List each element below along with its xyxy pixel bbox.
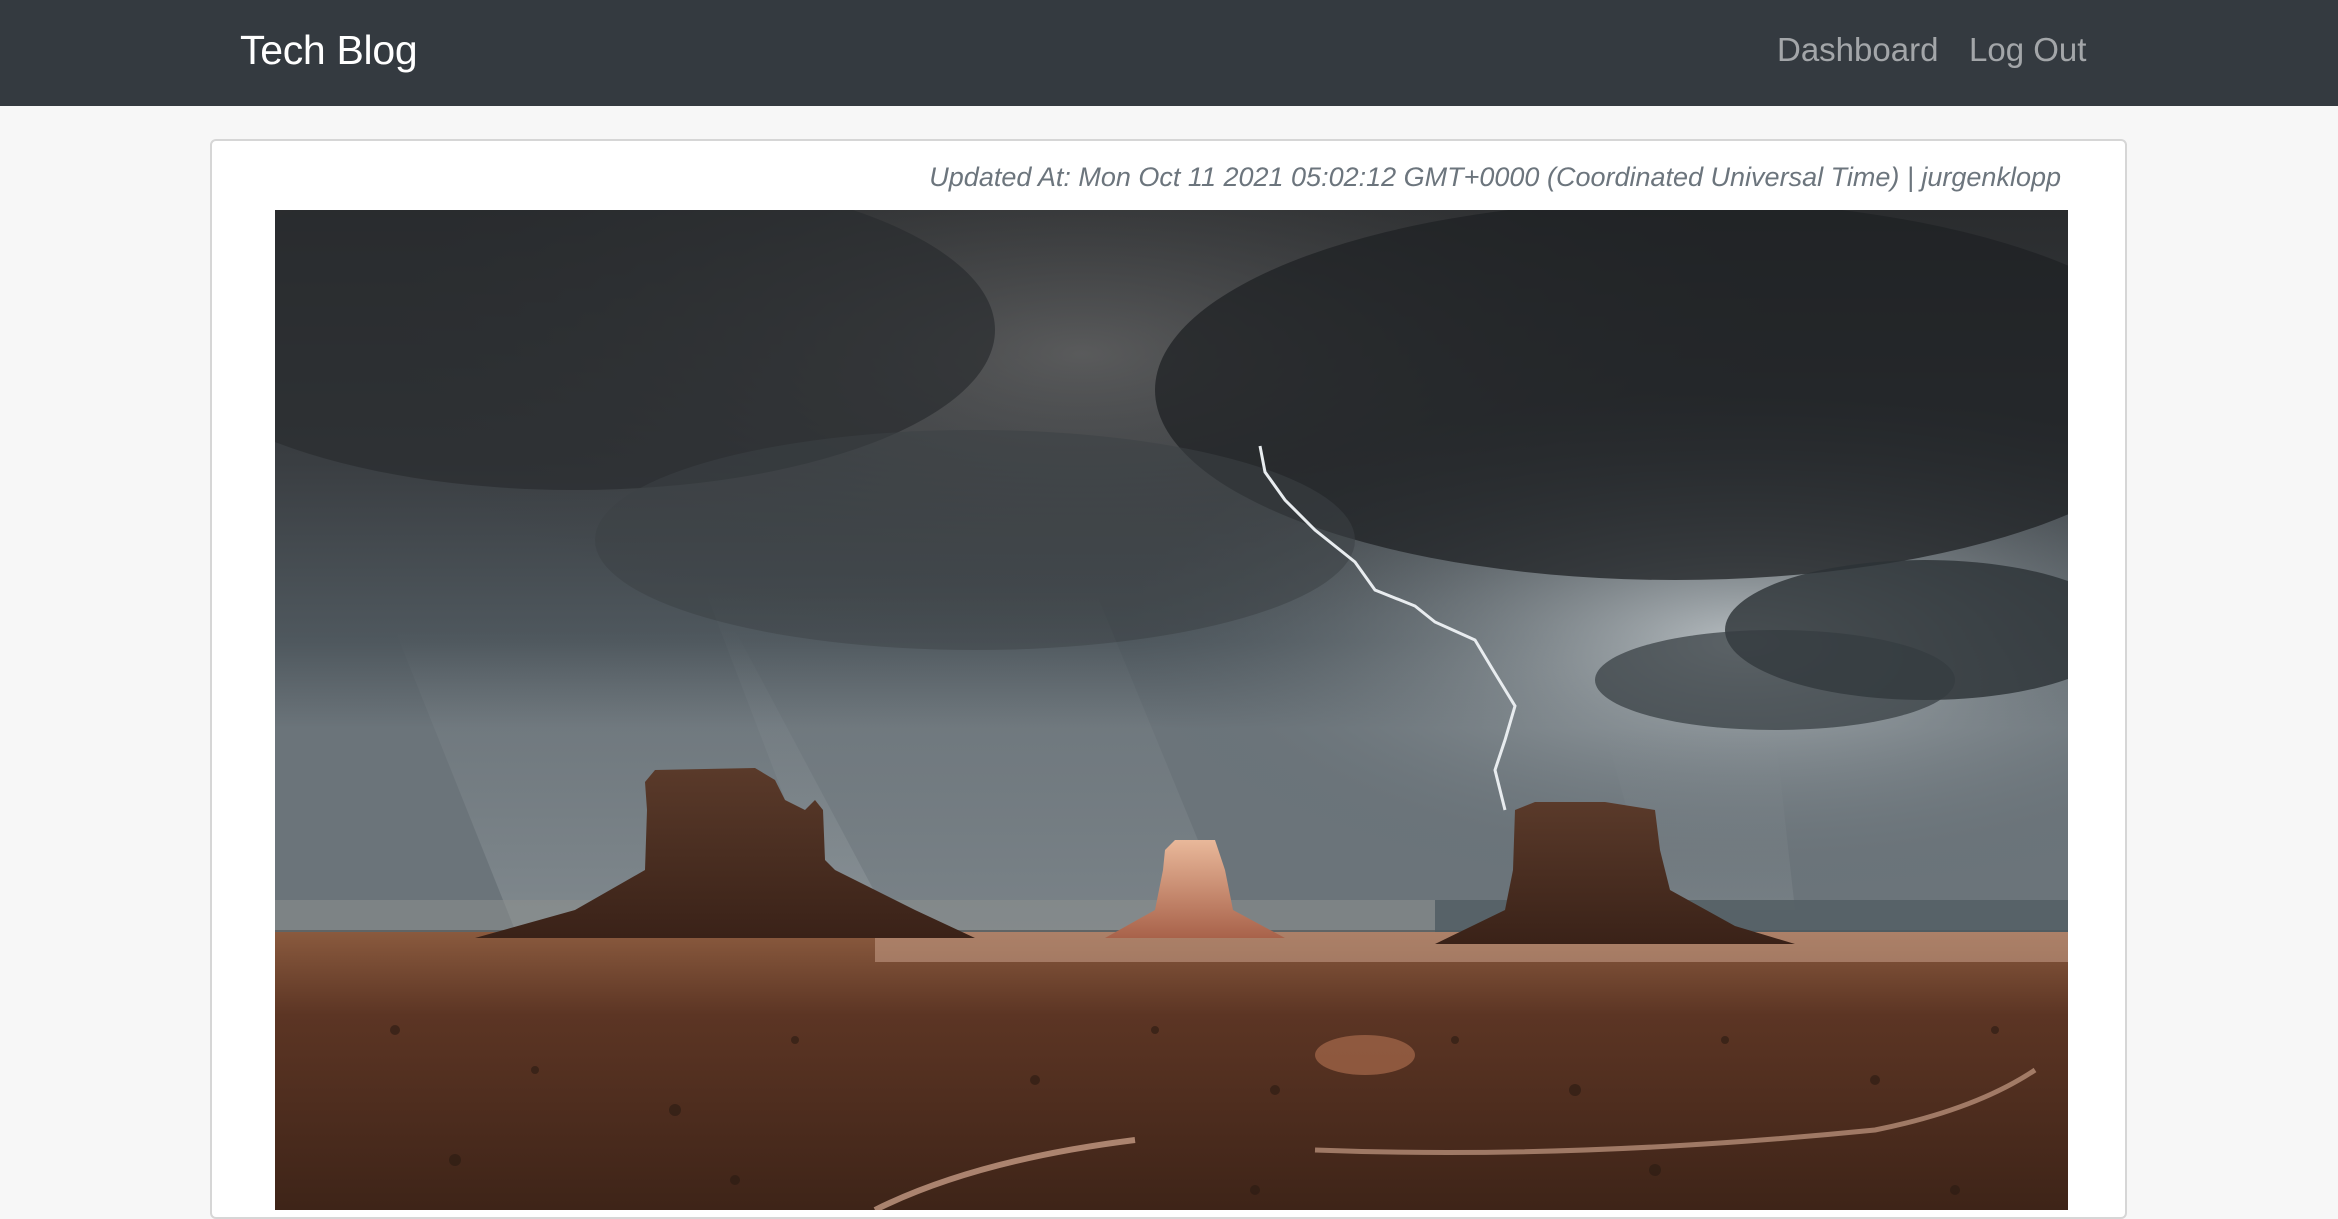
post-card: Updated At: Mon Oct 11 2021 05:02:12 GMT… <box>210 139 2127 1219</box>
updated-timestamp: Mon Oct 11 2021 05:02:12 GMT+0000 (Coord… <box>1078 162 1900 192</box>
top-navbar: Tech Blog Dashboard Log Out <box>0 0 2338 106</box>
post-author: jurgenklopp <box>1921 162 2061 192</box>
brand-link[interactable]: Tech Blog <box>240 24 418 76</box>
post-meta: Updated At: Mon Oct 11 2021 05:02:12 GMT… <box>929 155 2061 199</box>
post-image <box>275 210 2068 1210</box>
meta-separator: | <box>1906 162 1914 192</box>
nav-link-logout[interactable]: Log Out <box>1969 26 2086 74</box>
updated-label: Updated At: <box>929 162 1071 192</box>
nav-link-dashboard[interactable]: Dashboard <box>1777 26 1938 74</box>
desert-storm-photo <box>275 210 2068 1210</box>
